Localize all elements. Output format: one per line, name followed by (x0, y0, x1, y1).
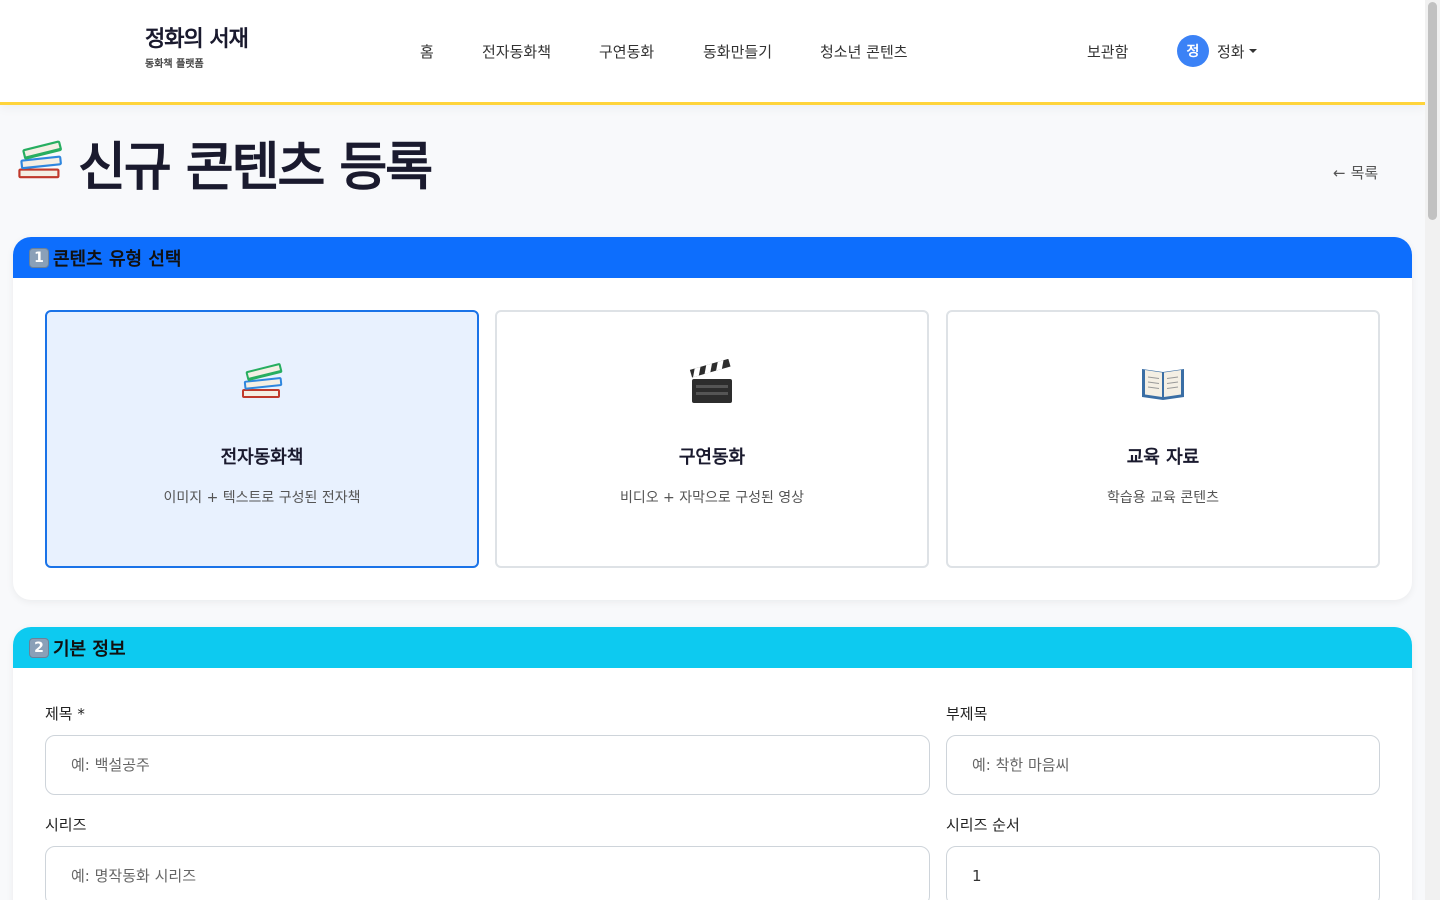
type-option-desc: 이미지 + 텍스트로 구성된 전자책 (163, 490, 361, 506)
nav-storytelling[interactable]: 구연동화 (599, 41, 654, 62)
back-to-list-link[interactable]: ← 목록 (1333, 162, 1378, 183)
nav-home[interactable]: 홈 (420, 41, 434, 62)
user-menu-dropdown[interactable]: 정 정화 (1177, 35, 1257, 67)
books-icon (242, 363, 283, 398)
brand-logo[interactable]: 정화의 서재 동화책 플랫폼 (145, 26, 249, 70)
nav-youth-content[interactable]: 청소년 콘텐츠 (820, 41, 908, 62)
basic-info-header: 2 기본 정보 (13, 627, 1412, 668)
page-title: 신규 콘텐츠 등록 (78, 137, 433, 198)
type-option-desc: 비디오 + 자막으로 구성된 영상 (619, 490, 805, 506)
open-book-icon (1142, 369, 1184, 400)
brand-title: 정화의 서재 (145, 27, 249, 52)
section-title: 기본 정보 (53, 638, 126, 660)
type-option-title: 교육 자료 (1126, 447, 1200, 468)
brand-subtitle: 동화책 플랫폼 (145, 59, 204, 70)
section-title: 콘텐츠 유형 선택 (53, 248, 182, 270)
series-order-label: 시리즈 순서 (946, 816, 1020, 834)
title-input[interactable] (45, 735, 930, 795)
content-type-header: 1 콘텐츠 유형 선택 (13, 237, 1412, 278)
nav-archive[interactable]: 보관함 (1087, 41, 1128, 62)
back-label: 목록 (1350, 164, 1379, 182)
type-option-education[interactable]: 교육 자료 학습용 교육 콘텐츠 (946, 310, 1380, 568)
subtitle-input[interactable] (946, 735, 1380, 795)
arrow-left-icon: ← (1333, 163, 1346, 182)
step-number-badge: 2 (29, 637, 49, 658)
avatar: 정 (1177, 35, 1209, 67)
type-option-title: 전자동화책 (220, 447, 304, 468)
series-label: 시리즈 (45, 816, 87, 834)
type-option-title: 구연동화 (678, 447, 746, 468)
step-number-badge: 1 (29, 247, 49, 268)
nav-ebook[interactable]: 전자동화책 (482, 41, 551, 62)
caret-down-icon (1248, 49, 1257, 53)
subtitle-label: 부제목 (946, 705, 988, 723)
clapper-icon (689, 359, 732, 403)
basic-info-card: 2 기본 정보 제목 * 부제목 시리즈 시리즈 순서 (13, 627, 1412, 900)
user-name: 정화 (1217, 42, 1245, 61)
page-title-row: 신규 콘텐츠 등록 (14, 130, 433, 198)
books-icon (18, 140, 62, 179)
series-input[interactable] (45, 846, 930, 900)
nav-create-story[interactable]: 동화만들기 (703, 41, 772, 62)
content-type-card: 1 콘텐츠 유형 선택 전자동화책 이미지 + 텍스트로 구성된 전자책 구연동… (13, 237, 1412, 600)
type-option-storytelling[interactable]: 구연동화 비디오 + 자막으로 구성된 영상 (495, 310, 929, 568)
scrollbar-thumb[interactable] (1428, 2, 1437, 220)
type-option-desc: 학습용 교육 콘텐츠 (1107, 490, 1219, 506)
type-option-ebook[interactable]: 전자동화책 이미지 + 텍스트로 구성된 전자책 (45, 310, 479, 568)
page-scrollbar[interactable] (1425, 0, 1440, 900)
series-order-input[interactable] (946, 846, 1380, 900)
top-navbar: 정화의 서재 동화책 플랫폼 홈 전자동화책 구연동화 동화만들기 청소년 콘텐… (0, 0, 1425, 105)
title-label: 제목 * (45, 705, 85, 723)
